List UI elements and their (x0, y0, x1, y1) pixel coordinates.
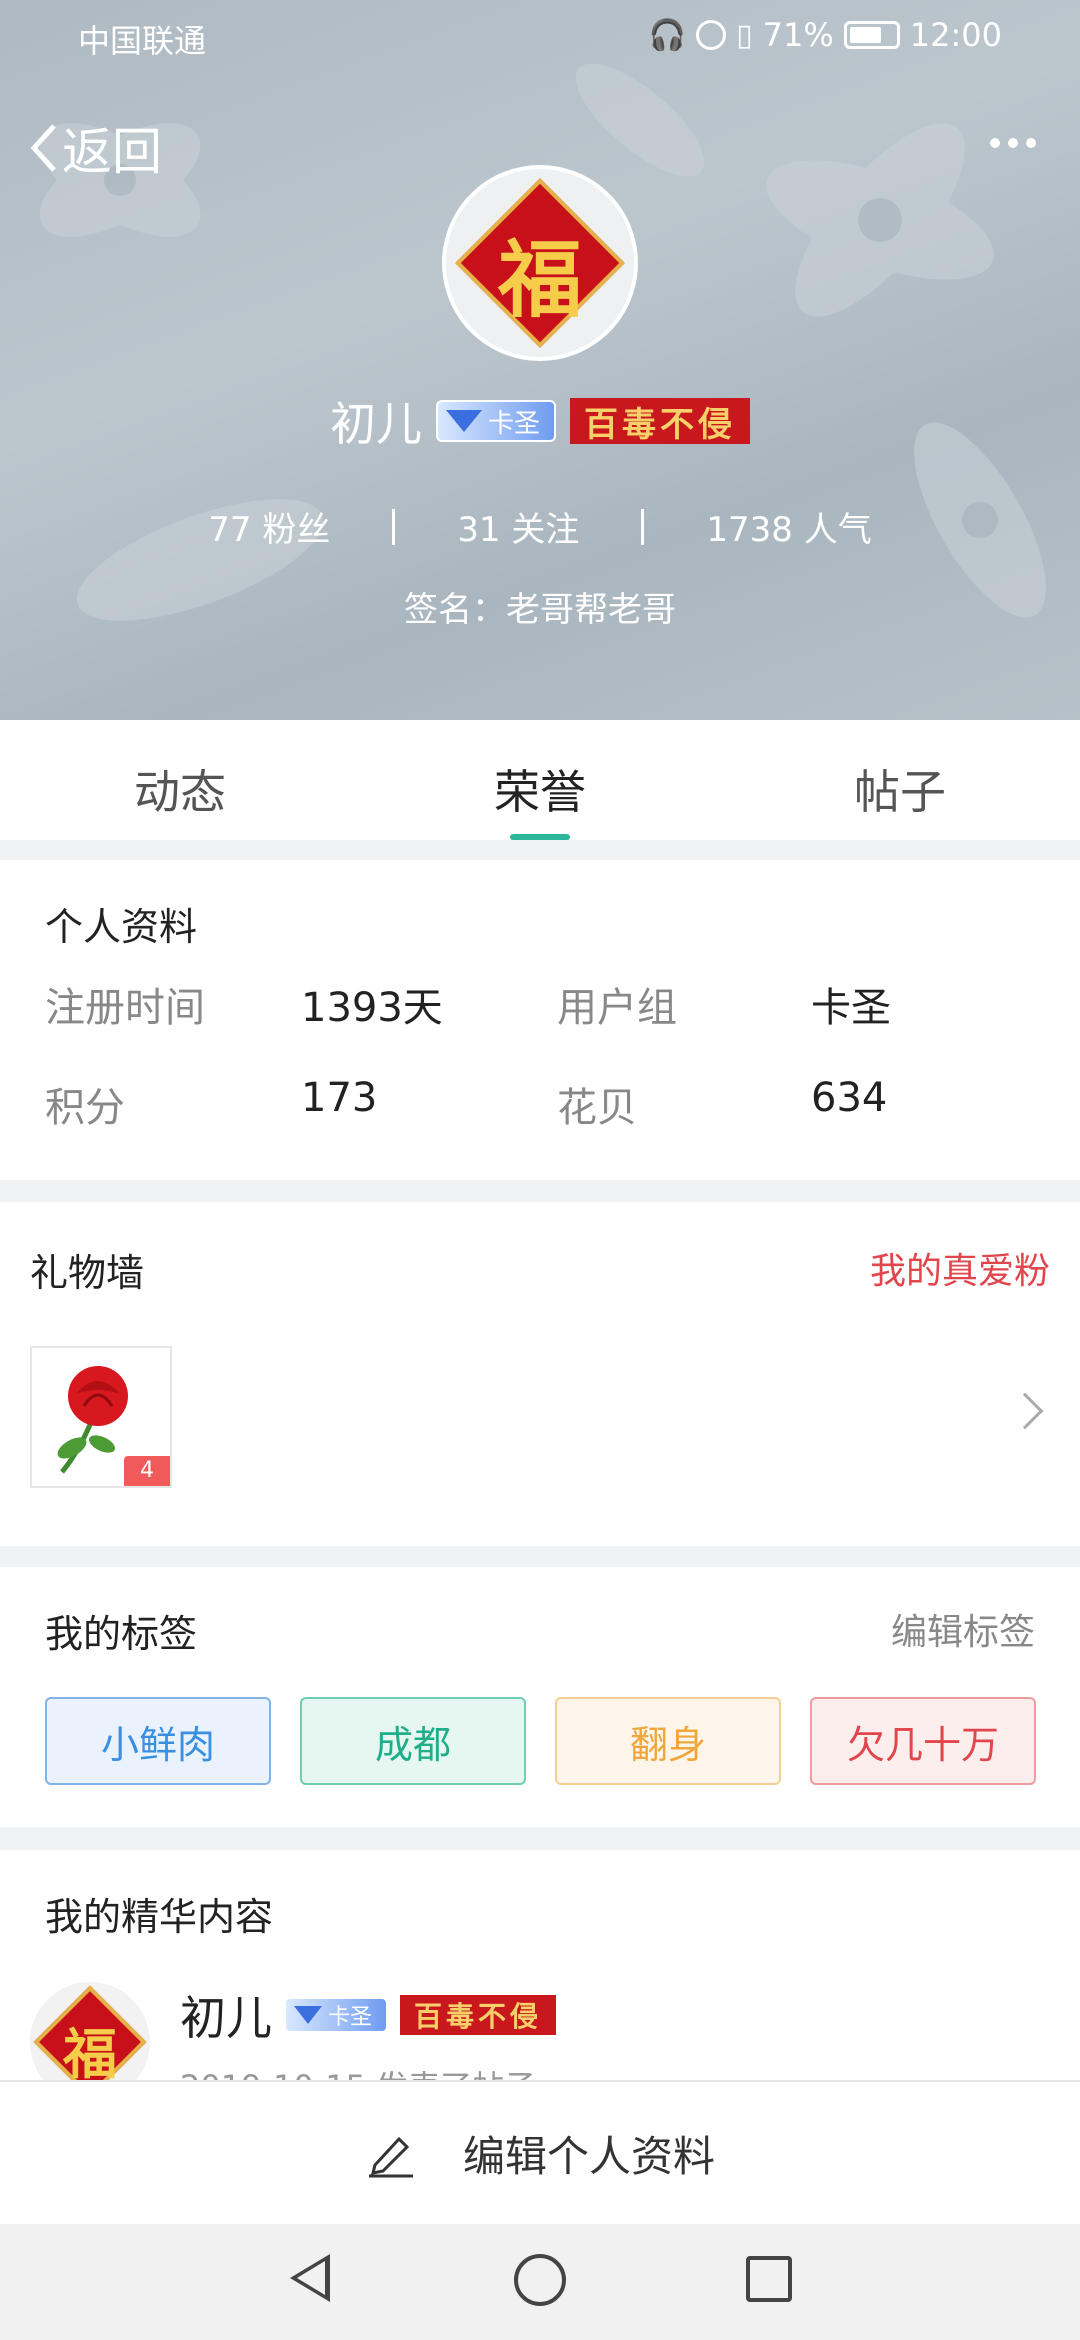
nav-home-icon[interactable] (514, 2254, 566, 2306)
author-name[interactable]: 初儿 (180, 1982, 272, 2048)
avatar-fu-char: 福 (497, 230, 582, 329)
title-badge: 百毒不侵 (570, 398, 750, 445)
status-bar: 中国联通 🎧 ▯ 71% 12:00 (0, 0, 1080, 72)
points-label: 积分 (45, 1085, 125, 1131)
user-group-badge: 卡圣 (435, 400, 556, 442)
reg-time-value: 1393天 (301, 985, 443, 1031)
user-group-label: 用户组 (557, 985, 677, 1031)
more-options-button[interactable] (978, 118, 1048, 168)
author-name-row: 初儿 卡圣 百毒不侵 (180, 1982, 557, 2048)
featured-content-title: 我的精华内容 (45, 1895, 274, 1939)
chevron-left-icon (30, 124, 56, 172)
clock-time: 12:00 (909, 16, 1002, 54)
gift-wall-title: 礼物墙 (30, 1251, 145, 1295)
points-value: 173 (301, 1075, 378, 1121)
system-nav-bar (0, 2224, 1080, 2340)
carrier-label: 中国联通 (78, 22, 207, 60)
back-button[interactable]: 返回 (28, 112, 162, 184)
popularity-count: 1738 人气 (706, 510, 872, 550)
profile-header: 中国联通 🎧 ▯ 71% 12:00 返回 福 初儿 卡圣 百毒不侵 77 粉丝… (0, 0, 1080, 720)
true-fans-link[interactable]: 我的真爱粉 (870, 1242, 1050, 1294)
tag-chip[interactable]: 小鲜肉 (45, 1697, 271, 1785)
my-tags-card: 我的标签 编辑标签 小鲜肉 成都 翻身 欠几十万 (0, 1567, 1080, 1827)
battery-icon (843, 21, 900, 49)
edit-tags-button[interactable]: 编辑标签 (891, 1603, 1035, 1655)
personal-info-title: 个人资料 (45, 905, 198, 949)
personal-info-card: 个人资料 注册时间 1393天 用户组 卡圣 积分 173 花贝 634 (0, 860, 1080, 1180)
user-group-badge-label: 卡圣 (487, 408, 540, 439)
tag-chip[interactable]: 欠几十万 (810, 1697, 1036, 1785)
tab-honor[interactable]: 荣誉 (360, 720, 720, 840)
reg-time-label: 注册时间 (45, 985, 205, 1031)
title-badge: 百毒不侵 (400, 1995, 557, 2035)
nav-back-icon[interactable] (290, 2254, 330, 2302)
huabei-value: 634 (811, 1075, 888, 1121)
pencil-icon (368, 2136, 413, 2178)
tab-activity[interactable]: 动态 (0, 720, 360, 840)
avatar[interactable]: 福 (442, 165, 638, 361)
my-tags-title: 我的标签 (45, 1612, 198, 1656)
huabei-label: 花贝 (557, 1085, 637, 1131)
vibrate-icon: ▯ (736, 17, 753, 53)
tab-posts[interactable]: 帖子 (720, 720, 1080, 840)
dot-icon (990, 138, 1000, 148)
nav-recents-icon[interactable] (746, 2256, 792, 2302)
alarm-icon (696, 20, 727, 50)
signature: 签名：老哥帮老哥 (404, 590, 676, 630)
gift-wall-card[interactable]: 礼物墙 我的真爱粉 4 (0, 1202, 1080, 1546)
tag-chip[interactable]: 翻身 (555, 1697, 781, 1785)
fans-count[interactable]: 77 粉丝 (146, 502, 392, 551)
user-group-value: 卡圣 (811, 985, 891, 1031)
edit-profile-label: 编辑个人资料 (462, 2131, 715, 2181)
dot-icon (1008, 138, 1018, 148)
edit-profile-bar[interactable]: 编辑个人资料 (0, 2080, 1080, 2224)
status-icons: 🎧 ▯ 71% 12:00 (649, 16, 1002, 54)
diamond-icon (445, 410, 482, 432)
battery-percent: 71% (762, 16, 834, 54)
back-label: 返回 (62, 123, 162, 181)
author-avatar-fu-char: 福 (63, 2022, 117, 2086)
name-row: 初儿 卡圣 百毒不侵 (0, 388, 1080, 454)
headphone-icon: 🎧 (648, 17, 687, 53)
following-count[interactable]: 31 关注 (395, 502, 641, 551)
user-group-badge: 卡圣 (284, 1997, 389, 2033)
gift-item-rose[interactable]: 4 (30, 1346, 172, 1488)
gift-count-badge: 4 (124, 1456, 170, 1486)
tag-chip[interactable]: 成都 (300, 1697, 526, 1785)
featured-content-card: 我的精华内容 福 初儿 卡圣 百毒不侵 2019-10-15 发表了帖子 (0, 1850, 1080, 2106)
user-group-badge-label: 卡圣 (328, 2005, 373, 2030)
dot-icon (1026, 138, 1036, 148)
diamond-icon (294, 2006, 322, 2024)
profile-tabs: 动态 荣誉 帖子 (0, 720, 1080, 840)
username: 初儿 (329, 397, 422, 451)
stats-row: 77 粉丝 31 关注 1738 人气 (0, 502, 1080, 551)
